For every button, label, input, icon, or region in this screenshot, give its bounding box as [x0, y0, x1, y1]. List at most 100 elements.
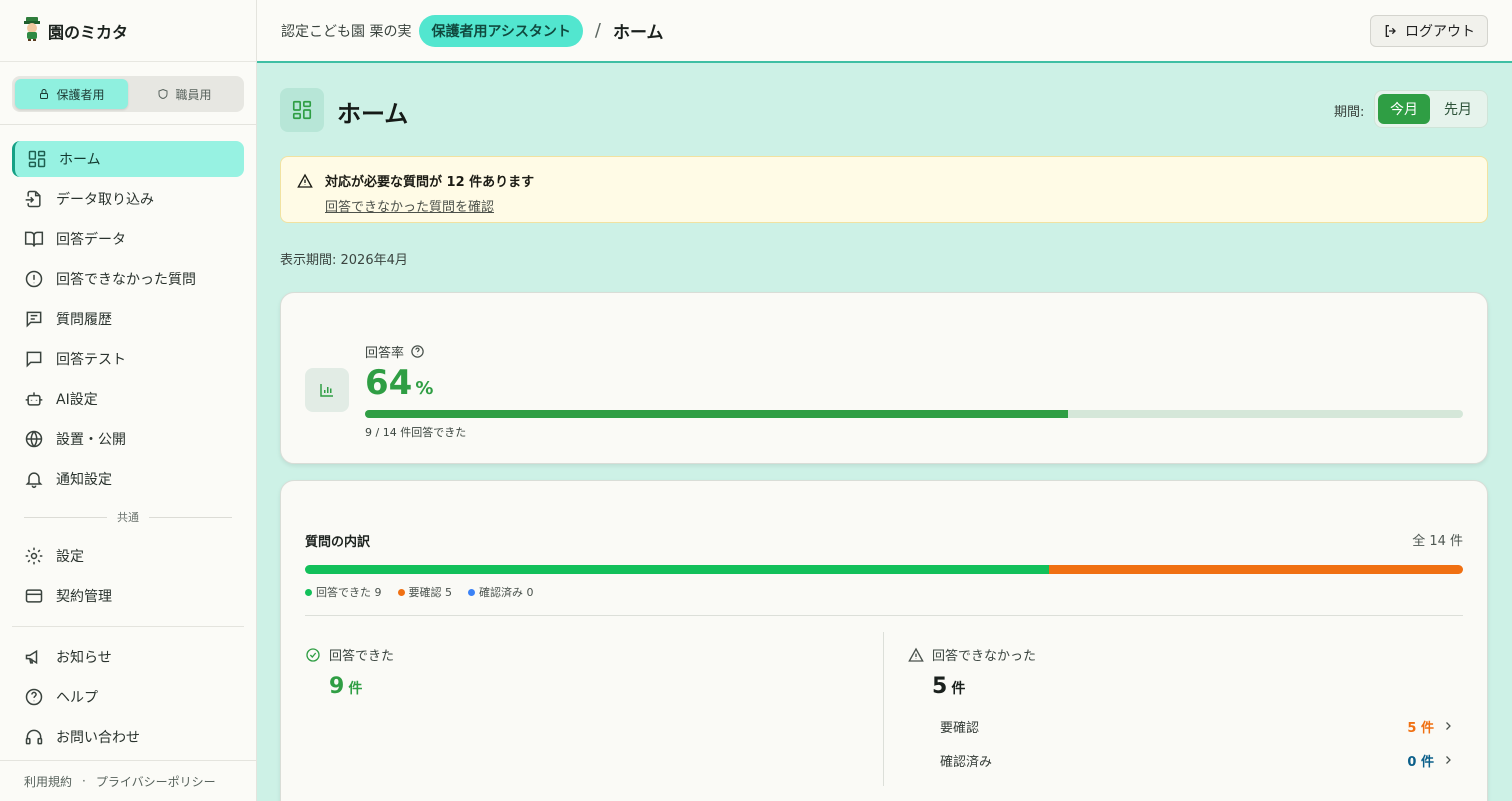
nav-label: 設定: [56, 549, 84, 565]
nav-label: 回答テスト: [56, 352, 126, 368]
period-this-month-button[interactable]: 今月: [1378, 94, 1430, 124]
shield-icon: [158, 88, 168, 100]
needs-review-row[interactable]: 要確認 5 件: [940, 714, 1454, 738]
gear-icon: [25, 547, 43, 565]
nav-item-publish[interactable]: 設置・公開: [12, 421, 244, 457]
unanswered-label: 回答できなかった: [932, 649, 1037, 664]
unanswered-unit: 件: [951, 681, 966, 697]
legend-dot-icon: [305, 588, 312, 596]
lock-icon: [40, 89, 49, 99]
credit-card-icon: [25, 589, 43, 603]
reviewed-row[interactable]: 確認済み 0 件: [940, 748, 1454, 772]
nav-item-contract[interactable]: 契約管理: [12, 578, 244, 614]
nav-item-history[interactable]: 質問履歴: [12, 301, 244, 337]
breakdown-stacked-bar: [305, 565, 1463, 574]
answer-rate-detail: 9 / 14 件回答できた: [365, 426, 467, 439]
answer-rate-label: 回答率: [365, 346, 405, 361]
dashboard-icon: [28, 150, 46, 168]
support-nav: お知らせ ヘルプ お問い合わせ: [12, 639, 244, 759]
mode-guardian-button[interactable]: 保護者用: [15, 79, 128, 109]
terms-link[interactable]: 利用規約: [24, 773, 72, 790]
nav-item-news[interactable]: お知らせ: [12, 639, 244, 675]
nav-label: 質問履歴: [56, 312, 112, 328]
nav-item-home[interactable]: ホーム: [12, 141, 244, 177]
mascot-logo-icon: [22, 16, 42, 45]
period-label: 期間:: [1334, 105, 1365, 120]
home-dashboard-icon: [280, 88, 324, 132]
answer-rate-progress-fill: [365, 410, 1068, 418]
nav-label: ヘルプ: [56, 690, 98, 706]
alert-link[interactable]: 回答できなかった質問を確認: [325, 196, 1471, 215]
nav-item-answer-data[interactable]: 回答データ: [12, 221, 244, 257]
period-selector: 今月 先月: [1374, 90, 1488, 128]
nav-label: お知らせ: [56, 650, 112, 666]
unanswered-count: 5: [932, 674, 948, 699]
reviewed-count: 0 件: [1407, 754, 1434, 770]
main-content: ホーム 期間: 今月 先月 対応が必要な質問が 12 件あります 回答できなかっ…: [257, 63, 1512, 801]
alert-title: 対応が必要な質問が 12 件あります: [325, 175, 535, 190]
nav-item-answer-test[interactable]: 回答テスト: [12, 341, 244, 377]
book-open-icon: [24, 231, 44, 247]
breakdown-bar-segment: [305, 565, 1050, 574]
breakdown-bar-segment: [1049, 565, 1463, 574]
legend-dot-icon: [397, 588, 405, 596]
top-header: 認定こども園 栗の実 保護者用アシスタント / ホーム ログアウト: [257, 0, 1512, 63]
assistant-badge[interactable]: 保護者用アシスタント: [419, 14, 583, 47]
mode-staff-label: 職員用: [175, 87, 212, 102]
answered-unit: 件: [348, 681, 363, 697]
breadcrumb-separator: /: [594, 20, 601, 41]
help-circle-icon[interactable]: [410, 344, 425, 359]
question-breakdown-card: 質問の内訳 全 14 件 回答できた 9 要確認 5 確認済み 0 回答できた 9件…: [280, 480, 1488, 801]
brand[interactable]: 園のミカタ: [0, 0, 256, 62]
nav-item-ai-settings[interactable]: AI設定: [12, 381, 244, 417]
divider: [0, 124, 256, 125]
nav-item-help[interactable]: ヘルプ: [12, 679, 244, 715]
reviewed-label: 確認済み: [940, 754, 993, 770]
footer-separator: ·: [82, 774, 86, 788]
nav-item-data-import[interactable]: データ取り込み: [12, 181, 244, 217]
main-nav: ホーム データ取り込み 回答データ 回答できなかった質問 質問履歴 回答テスト …: [12, 141, 244, 501]
answer-rate-value: 64%: [365, 363, 433, 403]
legend-label: 要確認 5: [408, 586, 453, 599]
common-nav: 設定 契約管理: [12, 538, 244, 618]
nav-label: 契約管理: [56, 589, 112, 605]
megaphone-icon: [25, 649, 38, 665]
period-last-month-button[interactable]: 先月: [1432, 94, 1484, 124]
nav-label: AI設定: [56, 392, 98, 408]
nav-label: お問い合わせ: [56, 730, 140, 746]
legend-label: 確認済み 0: [479, 586, 534, 599]
robot-icon: [25, 392, 43, 406]
nav-label: 設置・公開: [56, 432, 126, 448]
legend-item: 要確認 5: [397, 584, 453, 600]
nav-item-unanswered[interactable]: 回答できなかった質問: [12, 261, 244, 297]
answer-rate-unit: %: [415, 378, 434, 399]
unanswered-stat: 回答できなかった 5件: [908, 645, 1036, 699]
attention-alert: 対応が必要な質問が 12 件あります 回答できなかった質問を確認: [280, 156, 1488, 223]
globe-icon: [25, 430, 43, 448]
privacy-link[interactable]: プライバシーポリシー: [96, 773, 216, 790]
chevron-right-icon: [1446, 722, 1451, 730]
needs-review-label: 要確認: [940, 720, 980, 736]
mode-staff-button[interactable]: 職員用: [128, 79, 241, 109]
legend-label: 回答できた 9: [316, 586, 382, 599]
answered-count: 9: [329, 674, 345, 699]
logout-button[interactable]: ログアウト: [1370, 15, 1488, 47]
file-import-icon: [25, 190, 41, 208]
nav-item-contact[interactable]: お問い合わせ: [12, 719, 244, 755]
nav-item-settings[interactable]: 設定: [12, 538, 244, 574]
warning-triangle-icon: [297, 173, 313, 188]
logout-icon: [1385, 25, 1396, 37]
answered-stat: 回答できた 9件: [305, 645, 394, 699]
legend-dot-icon: [468, 588, 475, 596]
alert-circle-icon: [25, 270, 43, 288]
check-circle-icon: [306, 647, 320, 662]
answer-rate-progress: [365, 410, 1463, 418]
bar-chart-icon: [305, 368, 349, 412]
needs-review-count: 5 件: [1407, 720, 1434, 736]
nav-item-notifications[interactable]: 通知設定: [12, 461, 244, 497]
help-circle-icon: [25, 688, 43, 706]
answer-rate-card: 回答率 64% 9 / 14 件回答できた: [280, 292, 1488, 464]
page-title: ホーム: [337, 100, 409, 128]
nav-label: データ取り込み: [56, 192, 154, 208]
nav-label: 回答データ: [56, 232, 126, 248]
